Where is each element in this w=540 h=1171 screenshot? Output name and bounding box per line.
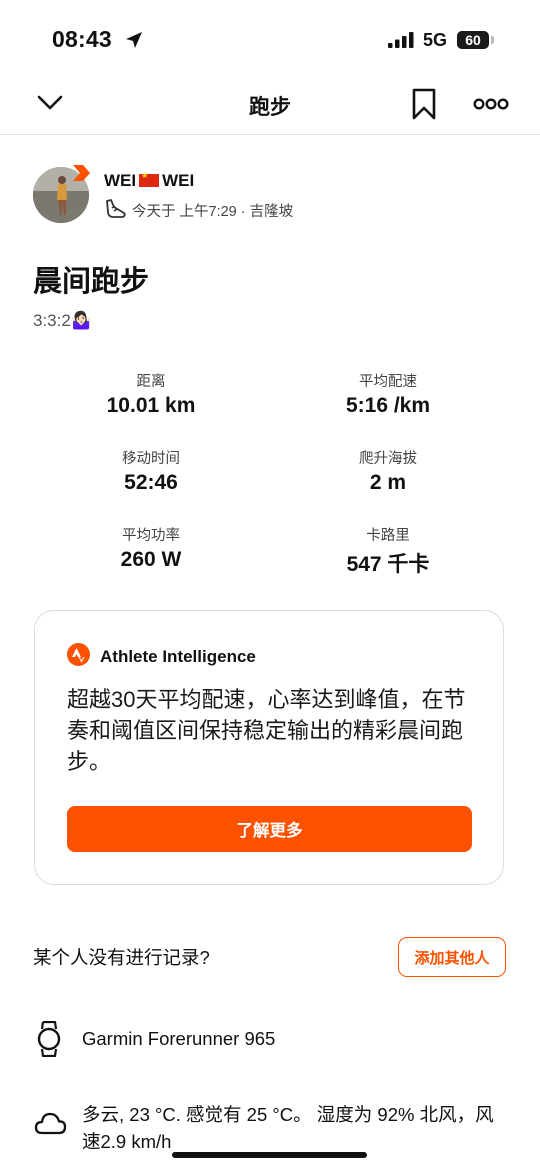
battery-nub bbox=[491, 36, 494, 44]
subscriber-badge-icon bbox=[70, 163, 92, 188]
more-dots-icon[interactable] bbox=[473, 96, 509, 117]
device-name[interactable]: Garmin Forerunner 965 bbox=[82, 1028, 275, 1050]
stat-distance-value: 10.01 km bbox=[106, 394, 196, 417]
network-label: 5G bbox=[423, 30, 448, 50]
china-flag-icon bbox=[139, 171, 160, 187]
stat-power-value: 260 W bbox=[120, 548, 182, 571]
cloud-icon bbox=[33, 1110, 67, 1141]
weather-text: 多云, 23 °C. 感觉有 25 °C。 湿度为 92% 北风，风速2.9 k… bbox=[82, 1104, 494, 1152]
stat-moving-time-label: 移动时间 bbox=[122, 451, 180, 467]
activity-meta: 今天于 上午7:29 · 吉隆坡 bbox=[132, 204, 294, 220]
athlete-name-last: WEI bbox=[162, 171, 195, 190]
status-time: 08:43 bbox=[52, 26, 112, 52]
home-indicator[interactable] bbox=[172, 1152, 367, 1158]
running-shoe-icon bbox=[104, 197, 128, 226]
stat-pace-label: 平均配速 bbox=[359, 374, 417, 390]
stat-calories-value: 547 千卡 bbox=[346, 553, 430, 576]
page-title: 跑步 bbox=[249, 96, 291, 119]
cellular-signal-icon bbox=[388, 32, 415, 53]
stat-calories-label: 卡路里 bbox=[366, 528, 410, 544]
athlete-intelligence-title: Athlete Intelligence bbox=[100, 647, 256, 666]
add-others-button[interactable]: 添加其他人 bbox=[398, 937, 506, 977]
stat-elevation-label: 爬升海拔 bbox=[359, 451, 417, 467]
record-question: 某个人没有进行记录? bbox=[33, 947, 210, 968]
battery-percent: 60 bbox=[465, 32, 481, 48]
strava-logo-icon bbox=[67, 643, 90, 666]
activity-title: 晨间跑步 bbox=[33, 266, 150, 298]
location-arrow-icon bbox=[124, 30, 144, 55]
stat-elevation-value: 2 m bbox=[369, 471, 407, 494]
watch-icon bbox=[36, 1020, 62, 1062]
athlete-name-first: WEI bbox=[104, 171, 137, 190]
stat-power-label: 平均功率 bbox=[122, 528, 180, 544]
nav-divider bbox=[0, 134, 540, 135]
stat-distance-label: 距离 bbox=[136, 374, 166, 390]
bookmark-icon[interactable] bbox=[411, 88, 437, 125]
athlete-name[interactable]: WEI WEI bbox=[104, 171, 194, 191]
athlete-intelligence-text: 超越30天平均配速，心率达到峰值，在节奏和阈值区间保持稳定输出的精彩晨间跑步。 bbox=[67, 687, 466, 774]
activity-description: 3:3:2🤷🏻‍♀️ bbox=[33, 311, 92, 330]
learn-more-button[interactable]: 了解更多 bbox=[67, 806, 472, 852]
battery-icon: 60 bbox=[457, 31, 489, 49]
stat-pace-value: 5:16 /km bbox=[345, 394, 431, 417]
stat-moving-time-value: 52:46 bbox=[124, 471, 178, 494]
